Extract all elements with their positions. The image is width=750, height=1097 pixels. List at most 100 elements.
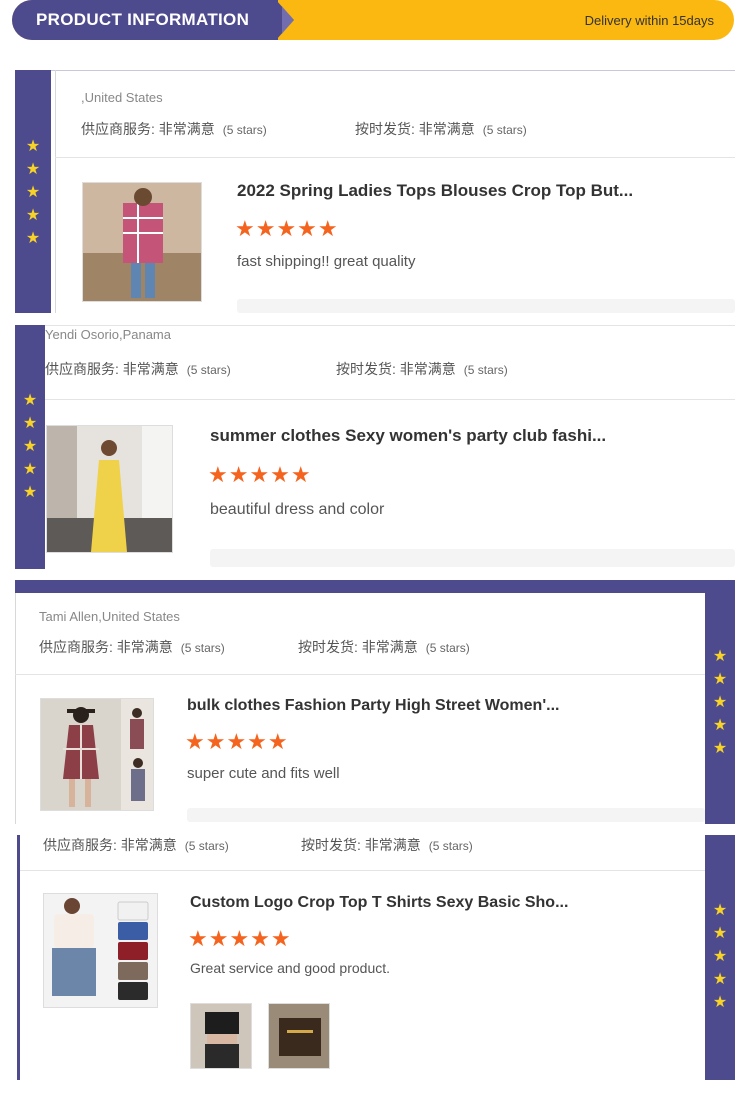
star-icon: ★ xyxy=(25,207,41,224)
product-rating-stars: ★★★★★ xyxy=(235,216,339,241)
star-icon: ★ xyxy=(25,184,41,201)
buyer-name: Yendi Osorio,Panama xyxy=(45,327,171,342)
product-image[interactable] xyxy=(40,698,154,811)
product-rating-stars: ★★★★★ xyxy=(185,729,289,754)
review-photo-icon xyxy=(269,1004,329,1068)
product-photo-icon xyxy=(47,426,172,552)
sidebar-rating: ★ ★ ★ ★ ★ xyxy=(15,392,45,501)
star-icon: ★ xyxy=(712,671,728,688)
review-footer-bar xyxy=(237,299,735,313)
divider xyxy=(20,870,705,871)
service-rating-row: 供应商服务: 非常满意 (5 stars) 按时发货: 非常满意 (5 stars) xyxy=(81,119,721,139)
shipping-rating-group: 按时发货: 非常满意 (5 stars) xyxy=(301,835,473,855)
product-image[interactable] xyxy=(43,893,158,1008)
product-photo-icon xyxy=(41,699,153,810)
star-icon: ★ xyxy=(712,948,728,965)
shipping-rating: 按时发货: 非常满意 xyxy=(298,639,418,655)
star-icon: ★ xyxy=(22,392,38,409)
review-topbar xyxy=(15,580,735,593)
service-rating-row: 供应商服务: 非常满意 (5 stars) 按时发货: 非常满意 (5 stars) xyxy=(45,359,725,379)
review-comment: Great service and good product. xyxy=(190,960,391,976)
product-photo-icon xyxy=(83,183,201,301)
shipping-stars-text: (5 stars) xyxy=(482,123,527,137)
buyer-name: ,United States xyxy=(81,90,163,105)
product-image[interactable] xyxy=(46,425,173,553)
product-image[interactable] xyxy=(82,182,202,302)
star-icon: ★ xyxy=(22,438,38,455)
service-rating: 供应商服务: 非常满意 xyxy=(45,361,179,377)
divider xyxy=(51,70,735,71)
divider xyxy=(45,325,735,326)
shipping-rating-group: 按时发货: 非常满意 (5 stars) xyxy=(355,119,527,139)
shipping-stars-text: (5 stars) xyxy=(463,363,508,377)
review-footer-bar xyxy=(210,549,735,567)
review-comment: fast shipping!! great quality xyxy=(237,253,416,270)
star-icon: ★ xyxy=(712,694,728,711)
review-card: ★ ★ ★ ★ ★ Yendi Osorio,Panama 供应商服务: 非常满… xyxy=(15,325,735,569)
review-sidebar: ★ ★ ★ ★ ★ xyxy=(705,580,735,824)
review-photo[interactable] xyxy=(190,1003,252,1069)
review-comment: super cute and fits well xyxy=(187,765,340,782)
divider xyxy=(15,674,705,675)
shipping-rating: 按时发货: 非常满意 xyxy=(336,361,456,377)
review-comment: beautiful dress and color xyxy=(210,501,385,518)
divider xyxy=(55,157,735,158)
star-icon: ★ xyxy=(712,902,728,919)
review-sidebar: ★ ★ ★ ★ ★ xyxy=(705,835,735,1080)
shipping-stars-text: (5 stars) xyxy=(428,839,473,853)
product-title[interactable]: summer clothes Sexy women's party club f… xyxy=(210,426,660,446)
banner-title: PRODUCT INFORMATION xyxy=(36,10,250,29)
review-footer-bar xyxy=(187,808,705,822)
sidebar-rating: ★ ★ ★ ★ ★ xyxy=(705,648,735,757)
product-title[interactable]: 2022 Spring Ladies Tops Blouses Crop Top… xyxy=(237,181,657,201)
divider xyxy=(15,593,16,824)
star-icon: ★ xyxy=(712,925,728,942)
sidebar-rating: ★ ★ ★ ★ ★ xyxy=(15,138,51,247)
service-stars-text: (5 stars) xyxy=(180,641,225,655)
service-rating: 供应商服务: 非常满意 xyxy=(43,837,177,853)
shipping-rating: 按时发货: 非常满意 xyxy=(355,121,475,137)
service-rating-row: 供应商服务: 非常满意 (5 stars) 按时发货: 非常满意 (5 stars) xyxy=(43,835,703,855)
review-sidebar: ★ ★ ★ ★ ★ xyxy=(15,70,51,313)
review-photo[interactable] xyxy=(268,1003,330,1069)
divider xyxy=(17,835,20,1080)
product-title[interactable]: bulk clothes Fashion Party High Street W… xyxy=(187,697,587,715)
service-rating: 供应商服务: 非常满意 xyxy=(39,639,173,655)
service-stars-text: (5 stars) xyxy=(184,839,229,853)
shipping-rating: 按时发货: 非常满意 xyxy=(301,837,421,853)
product-rating-stars: ★★★★★ xyxy=(188,926,292,951)
star-icon: ★ xyxy=(25,138,41,155)
shipping-stars-text: (5 stars) xyxy=(425,641,470,655)
service-rating-row: 供应商服务: 非常满意 (5 stars) 按时发货: 非常满意 (5 stars) xyxy=(39,637,699,657)
product-photo-icon xyxy=(44,894,157,1007)
star-icon: ★ xyxy=(25,230,41,247)
buyer-name: Tami Allen,United States xyxy=(39,609,180,624)
star-icon: ★ xyxy=(712,717,728,734)
star-icon: ★ xyxy=(712,971,728,988)
shipping-rating-group: 按时发货: 非常满意 (5 stars) xyxy=(336,359,508,379)
service-rating: 供应商服务: 非常满意 xyxy=(81,121,215,137)
divider xyxy=(55,70,56,313)
star-icon: ★ xyxy=(712,648,728,665)
banner-arrow-accent xyxy=(282,6,294,34)
star-icon: ★ xyxy=(22,415,38,432)
review-photo-icon xyxy=(191,1004,251,1068)
star-icon: ★ xyxy=(22,461,38,478)
sidebar-rating: ★ ★ ★ ★ ★ xyxy=(705,902,735,1011)
review-sidebar: ★ ★ ★ ★ ★ xyxy=(15,325,45,569)
header-banner: PRODUCT INFORMATION Delivery within 15da… xyxy=(12,0,734,40)
star-icon: ★ xyxy=(712,994,728,1011)
product-rating-stars: ★★★★★ xyxy=(208,462,312,487)
star-icon: ★ xyxy=(712,740,728,757)
service-stars-text: (5 stars) xyxy=(222,123,267,137)
review-card: ★ ★ ★ ★ ★ 供应商服务: 非常满意 (5 stars) 按时发货: 非常满… xyxy=(15,835,735,1080)
review-card: ★ ★ ★ ★ ★ Tami Allen,United States 供应商服务… xyxy=(15,580,735,824)
star-icon: ★ xyxy=(22,484,38,501)
product-title[interactable]: Custom Logo Crop Top T Shirts Sexy Basic… xyxy=(190,894,590,912)
star-icon: ★ xyxy=(25,161,41,178)
service-stars-text: (5 stars) xyxy=(186,363,231,377)
divider xyxy=(45,399,735,400)
review-card: ★ ★ ★ ★ ★ ,United States 供应商服务: 非常满意 (5 s… xyxy=(15,70,735,313)
delivery-text: Delivery within 15days xyxy=(584,13,714,28)
shipping-rating-group: 按时发货: 非常满意 (5 stars) xyxy=(298,637,470,657)
